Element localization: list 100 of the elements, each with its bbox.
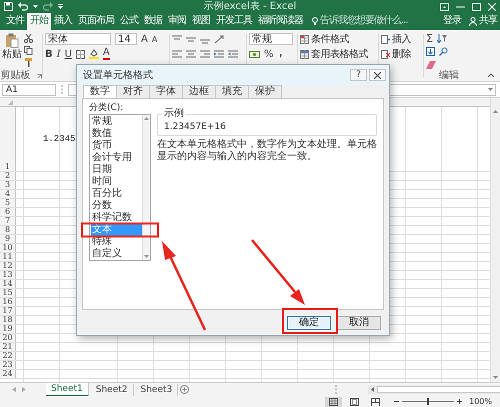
row-header[interactable]: 13 bbox=[0, 271, 16, 279]
scroll-down-icon[interactable] bbox=[493, 376, 498, 379]
ribbon-options-icon[interactable] bbox=[440, 2, 449, 10]
save-icon[interactable] bbox=[4, 2, 13, 11]
row-header[interactable]: 24 bbox=[0, 370, 16, 378]
ribbon-tab[interactable]: 公式 bbox=[117, 13, 141, 30]
drag-handle-icon[interactable] bbox=[335, 385, 338, 394]
sort-filter-icon[interactable] bbox=[436, 34, 447, 44]
font-name-dropdown[interactable]: 宋体 bbox=[45, 33, 111, 45]
row-header[interactable]: 6 bbox=[0, 208, 16, 216]
share-button[interactable]: 共享 bbox=[461, 15, 500, 30]
cells-menu-button[interactable]: 插入 bbox=[381, 33, 423, 45]
dialog-tab[interactable]: 保护 bbox=[248, 85, 282, 98]
category-item[interactable]: 时间 bbox=[91, 176, 142, 188]
ribbon-tab[interactable]: 插入 bbox=[51, 13, 75, 30]
scroll-left-icon[interactable] bbox=[371, 387, 374, 392]
drag-handle-icon[interactable] bbox=[61, 85, 63, 94]
search-icon[interactable] bbox=[439, 47, 448, 56]
ribbon-tab[interactable]: 数据 bbox=[141, 13, 165, 30]
category-item[interactable]: 常规 bbox=[91, 116, 142, 128]
style-menu-button[interactable]: 条件格式 bbox=[300, 33, 378, 45]
paste-button[interactable]: 粘贴 bbox=[2, 33, 22, 71]
font-color-button[interactable]: A bbox=[102, 48, 110, 60]
row-header[interactable]: 23 bbox=[0, 361, 16, 369]
row-header[interactable]: 16 bbox=[0, 298, 16, 306]
currency-icon[interactable] bbox=[249, 50, 260, 58]
row-header[interactable]: 12 bbox=[0, 262, 16, 270]
add-sheet-icon[interactable] bbox=[180, 385, 190, 394]
style-menu-button[interactable]: 套用表格格式 bbox=[300, 48, 378, 60]
collapse-ribbon-icon[interactable] bbox=[488, 73, 494, 77]
ok-button[interactable]: 确定 bbox=[287, 316, 331, 330]
eraser-icon[interactable] bbox=[426, 61, 436, 70]
align-icon[interactable] bbox=[172, 50, 182, 58]
indent-icon[interactable] bbox=[228, 50, 238, 58]
caret-icon[interactable] bbox=[33, 5, 38, 8]
autosum-button[interactable]: Σ bbox=[426, 33, 433, 44]
row-header[interactable]: 22 bbox=[0, 352, 16, 360]
category-item[interactable]: 日期 bbox=[91, 164, 142, 176]
row-header[interactable]: 17 bbox=[0, 307, 16, 315]
row-header[interactable]: 7 bbox=[0, 217, 16, 225]
percent-button[interactable]: % bbox=[264, 48, 274, 60]
row-header[interactable]: 5 bbox=[0, 199, 16, 207]
list-scrollbar[interactable] bbox=[142, 115, 150, 260]
dialog-tab[interactable]: 边框 bbox=[182, 85, 216, 98]
indent-icon[interactable] bbox=[214, 50, 224, 58]
scissors-icon[interactable] bbox=[24, 34, 33, 43]
number-format-dropdown[interactable]: 常规 bbox=[249, 33, 293, 45]
dialog-tab[interactable]: 数字 bbox=[83, 85, 117, 98]
sheet-tab[interactable]: Sheet1 bbox=[46, 382, 89, 396]
text-orientation-icon[interactable] bbox=[214, 34, 226, 44]
paintbrush-icon[interactable] bbox=[24, 58, 33, 67]
maximize-icon[interactable] bbox=[472, 2, 481, 10]
category-item[interactable]: 百分比 bbox=[91, 188, 142, 200]
ribbon-tab[interactable]: 文件 bbox=[3, 13, 27, 30]
category-item[interactable]: 科学记数 bbox=[91, 212, 142, 224]
scroll-down-icon[interactable] bbox=[144, 255, 149, 258]
sign-in-link[interactable]: 登录 bbox=[443, 15, 461, 30]
dialog-tab[interactable]: 填充 bbox=[215, 85, 249, 98]
font-size-dropdown[interactable]: 14 bbox=[115, 33, 137, 45]
row-header[interactable]: 10 bbox=[0, 244, 16, 252]
row-header[interactable]: 1 bbox=[0, 107, 16, 171]
row-header[interactable]: 11 bbox=[0, 253, 16, 261]
row-header[interactable]: 20 bbox=[0, 334, 16, 342]
view-button[interactable] bbox=[325, 396, 342, 406]
ribbon-tab[interactable]: 审阅 bbox=[165, 13, 189, 30]
row-header[interactable]: 8 bbox=[0, 226, 16, 234]
horizontal-scrollbar[interactable] bbox=[368, 385, 500, 394]
slider-thumb[interactable] bbox=[427, 398, 430, 405]
row-header[interactable]: 21 bbox=[0, 343, 16, 351]
ribbon-tab[interactable]: 页面布局 bbox=[75, 13, 117, 30]
undo-icon[interactable] bbox=[18, 2, 28, 11]
category-item[interactable]: 自定义 bbox=[91, 248, 142, 260]
font-style-button[interactable]: B bbox=[45, 48, 53, 60]
name-box[interactable]: A1 bbox=[2, 84, 56, 96]
scroll-thumb[interactable] bbox=[377, 386, 500, 393]
ribbon-tab[interactable]: 福昕阅读器 bbox=[255, 13, 306, 30]
dialog-tab[interactable]: 对齐 bbox=[116, 85, 150, 98]
zoom-level[interactable]: 100% bbox=[469, 397, 492, 406]
align-icon[interactable] bbox=[186, 34, 196, 44]
zoom-in-icon[interactable] bbox=[457, 399, 462, 404]
align-icon[interactable] bbox=[200, 50, 210, 58]
font-style-button[interactable]: I bbox=[56, 48, 61, 60]
row-header[interactable]: 3 bbox=[0, 181, 16, 189]
align-icon[interactable] bbox=[186, 50, 196, 58]
close-icon[interactable] bbox=[488, 2, 496, 10]
tell-me-field[interactable]: 告诉我您想要做什么... bbox=[312, 15, 408, 30]
row-header[interactable]: 14 bbox=[0, 280, 16, 288]
cancel-button[interactable]: 取消 bbox=[337, 316, 381, 330]
ribbon-tab[interactable]: 开始 bbox=[27, 13, 51, 30]
vertical-scrollbar[interactable] bbox=[490, 98, 500, 382]
fill-down-icon[interactable] bbox=[426, 47, 435, 56]
grow-font-button[interactable]: A bbox=[141, 34, 148, 44]
row-header[interactable]: 9 bbox=[0, 235, 16, 243]
category-item[interactable]: 会计专用 bbox=[91, 152, 142, 164]
scroll-up-icon[interactable] bbox=[144, 117, 149, 120]
category-item[interactable]: 数值 bbox=[91, 128, 142, 140]
cells-menu-button[interactable]: 删除 bbox=[381, 48, 423, 60]
row-header[interactable]: 18 bbox=[0, 316, 16, 324]
border-icon[interactable] bbox=[76, 50, 85, 58]
dialog-tab[interactable]: 字体 bbox=[149, 85, 183, 98]
